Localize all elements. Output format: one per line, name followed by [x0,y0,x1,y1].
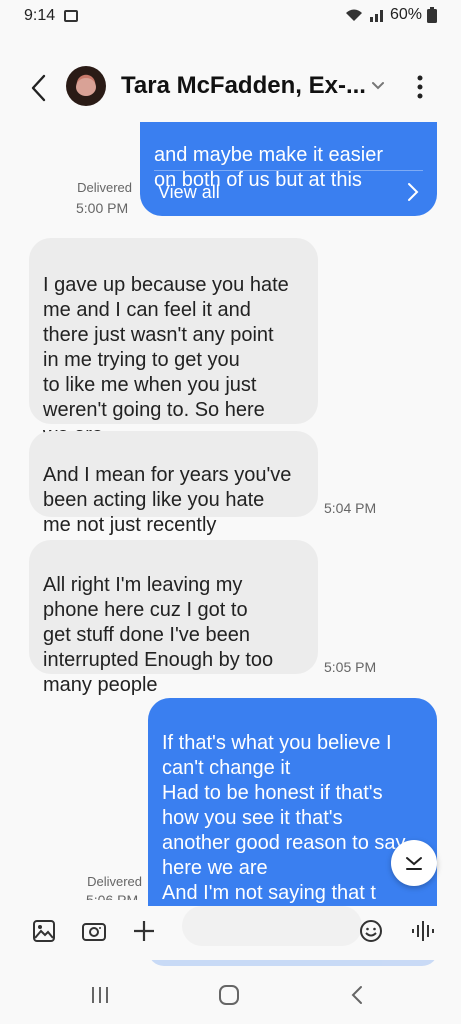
message-bubble-incoming[interactable]: I gave up because you hate me and I can … [29,238,318,446]
status-time: 9:14 [24,7,56,24]
home-icon[interactable] [218,985,240,1005]
emoji-icon[interactable] [358,918,384,944]
view-all-link[interactable]: View all [158,180,220,205]
message-text: If that's what you believe I can't chang… [162,732,406,904]
scroll-down-icon [406,857,422,870]
chevron-right-icon [408,183,419,201]
camera-icon[interactable] [81,918,107,944]
battery-percent: 60% [389,6,422,23]
gallery-icon[interactable] [31,918,57,944]
scroll-down-button[interactable] [391,840,437,886]
plus-icon[interactable] [131,918,157,944]
back-arrow-icon[interactable] [26,70,52,106]
image-notification-icon [64,10,78,22]
recent-apps-icon[interactable] [90,985,110,1005]
message-bubble-incoming[interactable]: And I mean for years you've been acting … [29,431,318,536]
message-time: 5:04 PM [324,500,377,516]
signal-icon [369,10,383,22]
message-bubble-outgoing[interactable]: and maybe make it easier on both of us b… [140,122,437,216]
message-time: 5:00 PM [76,200,129,216]
wifi-icon [345,9,362,21]
message-text: And I mean for years you've been acting … [43,464,292,536]
voice-wave-icon[interactable] [410,918,436,944]
battery-icon [427,7,437,23]
message-time: 5:06 PM [86,892,139,900]
message-bubble-incoming[interactable]: All right I'm leaving my phone here cuz … [29,540,318,696]
chevron-down-icon[interactable] [368,76,388,96]
message-text: I gave up because you hate me and I can … [43,274,289,446]
message-status: Delivered [77,180,132,195]
message-list[interactable]: and maybe make it easier on both of us b… [0,122,461,906]
message-text: All right I'm leaving my phone here cuz … [43,574,274,696]
message-status: Delivered [87,874,142,889]
message-input[interactable] [182,906,362,946]
status-indicators: 60% [344,6,437,24]
message-time: 5:05 PM [324,659,377,675]
contact-avatar[interactable] [66,66,106,106]
conversation-header: Tara McFadden, Ex-... [0,56,461,120]
more-vertical-icon[interactable] [410,72,430,102]
contact-name[interactable]: Tara McFadden, Ex-... [121,72,365,100]
status-bar: 9:14 60% [0,0,461,36]
divider [154,170,423,171]
back-nav-icon[interactable] [350,985,364,1005]
